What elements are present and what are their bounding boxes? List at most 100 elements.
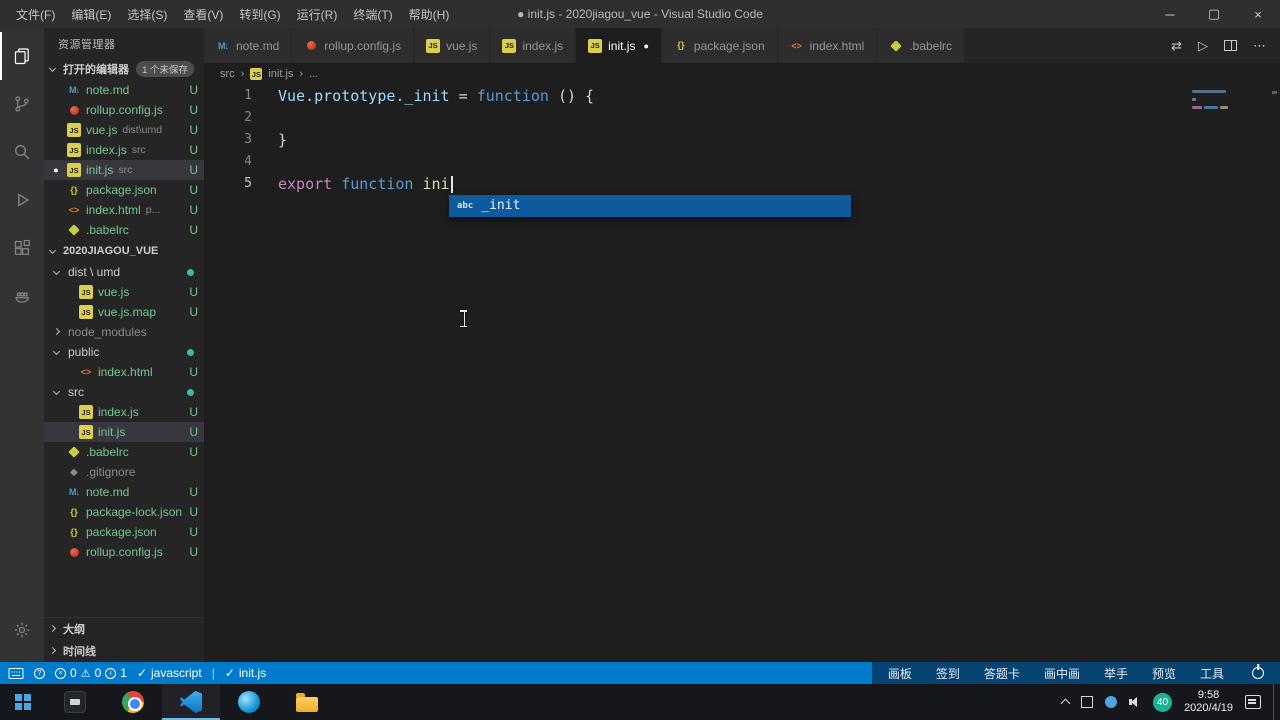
hidden-icons-chevron[interactable] <box>1060 698 1071 709</box>
close-button[interactable]: × <box>1236 0 1280 28</box>
tree-file-note-md[interactable]: note.md U <box>44 482 204 502</box>
code-line[interactable]: 4 <box>204 151 1280 173</box>
tree-file-package-lock[interactable]: package-lock.json U <box>44 502 204 522</box>
menu-terminal[interactable]: 终端(T) <box>345 0 400 28</box>
tab-package-json[interactable]: package.json <box>661 28 778 63</box>
minimize-button[interactable]: ─ <box>1148 0 1192 28</box>
tree-file-gitignore[interactable]: .gitignore <box>44 462 204 482</box>
toolbar-signin[interactable]: 签到 <box>936 665 960 682</box>
source-control-icon[interactable] <box>0 80 44 128</box>
tree-file-babelrc[interactable]: .babelrc U <box>44 442 204 462</box>
menu-help[interactable]: 帮助(H) <box>401 0 458 28</box>
tab-index-html[interactable]: index.html <box>777 28 878 63</box>
open-editor-note-md[interactable]: note.md U <box>44 80 204 100</box>
toolbar-answer-card[interactable]: 答题卡 <box>984 665 1020 682</box>
tray-icon[interactable] <box>1105 696 1118 708</box>
toolbar-tools[interactable]: 工具 <box>1200 665 1224 682</box>
split-editor-icon[interactable] <box>1224 40 1237 51</box>
tray-badge-40[interactable]: 40 <box>1153 692 1173 712</box>
taskbar-file-explorer[interactable] <box>278 684 336 720</box>
workspace-root-header[interactable]: 2020JIAGOU_VUE <box>44 240 204 262</box>
code-line[interactable]: 1 Vue.prototype._init = function () { <box>204 85 1280 107</box>
tree-file-init-js[interactable]: init.js U <box>44 422 204 442</box>
tree-folder-node-modules[interactable]: node_modules <box>44 322 204 342</box>
more-actions-icon[interactable]: ⋯ <box>1253 38 1266 54</box>
taskbar-chrome[interactable] <box>104 684 162 720</box>
taskbar-edge[interactable] <box>220 684 278 720</box>
open-editor-index-js[interactable]: index.js src U <box>44 140 204 160</box>
breadcrumb-init-js[interactable]: init.js <box>268 68 293 80</box>
problems-indicator[interactable]: × 0 ⚠ 0 i 1 <box>55 662 127 684</box>
dirty-dot[interactable]: ● <box>643 41 648 51</box>
open-editors-header[interactable]: 打开的编辑器 1 个未保存 <box>44 58 204 80</box>
toolbar-preview[interactable]: 预览 <box>1152 665 1176 682</box>
start-button[interactable] <box>0 684 46 720</box>
tree-folder-public[interactable]: public <box>44 342 204 362</box>
tree-file-rollup-config[interactable]: rollup.config.js U <box>44 542 204 562</box>
tree-file-index-js[interactable]: index.js U <box>44 402 204 422</box>
power-icon[interactable] <box>1252 667 1264 679</box>
tree-folder-src[interactable]: src <box>44 382 204 402</box>
open-editor-babelrc[interactable]: .babelrc U <box>44 220 204 240</box>
taskbar-clock[interactable]: 9:58 2020/4/19 <box>1184 689 1233 715</box>
taskbar-app-dark[interactable] <box>46 684 104 720</box>
toolbar-raise-hand[interactable]: 举手 <box>1104 665 1128 682</box>
language-indicator[interactable]: ✓ javascript <box>137 662 202 684</box>
tab-init-js[interactable]: init.js ● <box>576 28 662 63</box>
maximize-button[interactable]: ▢ <box>1192 0 1236 28</box>
open-editor-init-js[interactable]: ● init.js src U <box>44 160 204 180</box>
menu-edit[interactable]: 编辑(E) <box>63 0 119 28</box>
action-center-icon[interactable] <box>1245 695 1261 709</box>
active-file-indicator[interactable]: ✓ init.js <box>225 662 266 684</box>
tab-note-md[interactable]: note.md <box>204 28 293 63</box>
suggest-item-init[interactable]: abc _init <box>449 195 851 217</box>
tree-file-vue-js[interactable]: vue.js U <box>44 282 204 302</box>
tree-file-index-html[interactable]: index.html U <box>44 362 204 382</box>
menu-run[interactable]: 运行(R) <box>289 0 346 28</box>
tree-file-vue-js-map[interactable]: vue.js.map U <box>44 302 204 322</box>
menu-file[interactable]: 文件(F) <box>8 0 63 28</box>
tray-icon[interactable] <box>1081 696 1094 708</box>
breadcrumb-symbol[interactable]: ... <box>309 68 318 80</box>
open-editor-package-json[interactable]: package.json U <box>44 180 204 200</box>
tab-rollup-config[interactable]: rollup.config.js <box>292 28 415 63</box>
tab-index-js[interactable]: index.js <box>490 28 577 63</box>
explorer-icon[interactable] <box>0 32 44 80</box>
menu-view[interactable]: 查看(V) <box>175 0 231 28</box>
open-editor-vue-js[interactable]: vue.js dist\umd U <box>44 120 204 140</box>
docker-icon[interactable] <box>0 272 44 320</box>
tree-folder-dist-umd[interactable]: dist \ umd <box>44 262 204 282</box>
search-icon[interactable] <box>0 128 44 176</box>
taskbar-vscode[interactable] <box>162 684 220 720</box>
compare-changes-icon[interactable]: ⇄ <box>1171 38 1182 54</box>
code-line[interactable]: 2 <box>204 107 1280 129</box>
open-editor-index-html[interactable]: index.html p... U <box>44 200 204 220</box>
code-line[interactable]: 3 } <box>204 129 1280 151</box>
minimap[interactable] <box>1192 88 1262 128</box>
tab-babelrc[interactable]: .babelrc <box>877 28 966 63</box>
vscode-window: 文件(F) 编辑(E) 选择(S) 查看(V) 转到(G) 运行(R) 终端(T… <box>0 0 1280 720</box>
show-desktop-button[interactable] <box>1273 684 1278 720</box>
code-editor[interactable]: 1 Vue.prototype._init = function () { 2 … <box>204 85 1280 662</box>
breadcrumb-src[interactable]: src <box>220 68 235 80</box>
run-code-icon[interactable]: ▷ <box>1198 38 1208 54</box>
volume-icon[interactable] <box>1129 696 1141 708</box>
outline-section-header[interactable]: 大纲 <box>44 618 204 640</box>
toolbar-whiteboard[interactable]: 画板 <box>888 665 912 682</box>
timeline-section-header[interactable]: 时间线 <box>44 640 204 662</box>
settings-gear-icon[interactable] <box>0 606 44 654</box>
menu-selection[interactable]: 选择(S) <box>119 0 175 28</box>
open-editor-rollup-config[interactable]: rollup.config.js U <box>44 100 204 120</box>
run-debug-icon[interactable] <box>0 176 44 224</box>
extensions-icon[interactable] <box>0 224 44 272</box>
chevron-down-icon <box>52 387 61 395</box>
help-icon[interactable]: ? <box>34 662 45 684</box>
tree-file-package-json[interactable]: package.json U <box>44 522 204 542</box>
tab-vue-js[interactable]: vue.js <box>414 28 491 63</box>
menu-go[interactable]: 转到(G) <box>231 0 288 28</box>
keyboard-icon[interactable] <box>8 662 24 684</box>
sidebar-bottom-sections: 大纲 时间线 <box>44 617 204 662</box>
code-line-current[interactable]: 5 export function ini <box>204 173 1280 195</box>
modified-dot <box>187 348 194 356</box>
toolbar-pip[interactable]: 画中画 <box>1044 665 1080 682</box>
